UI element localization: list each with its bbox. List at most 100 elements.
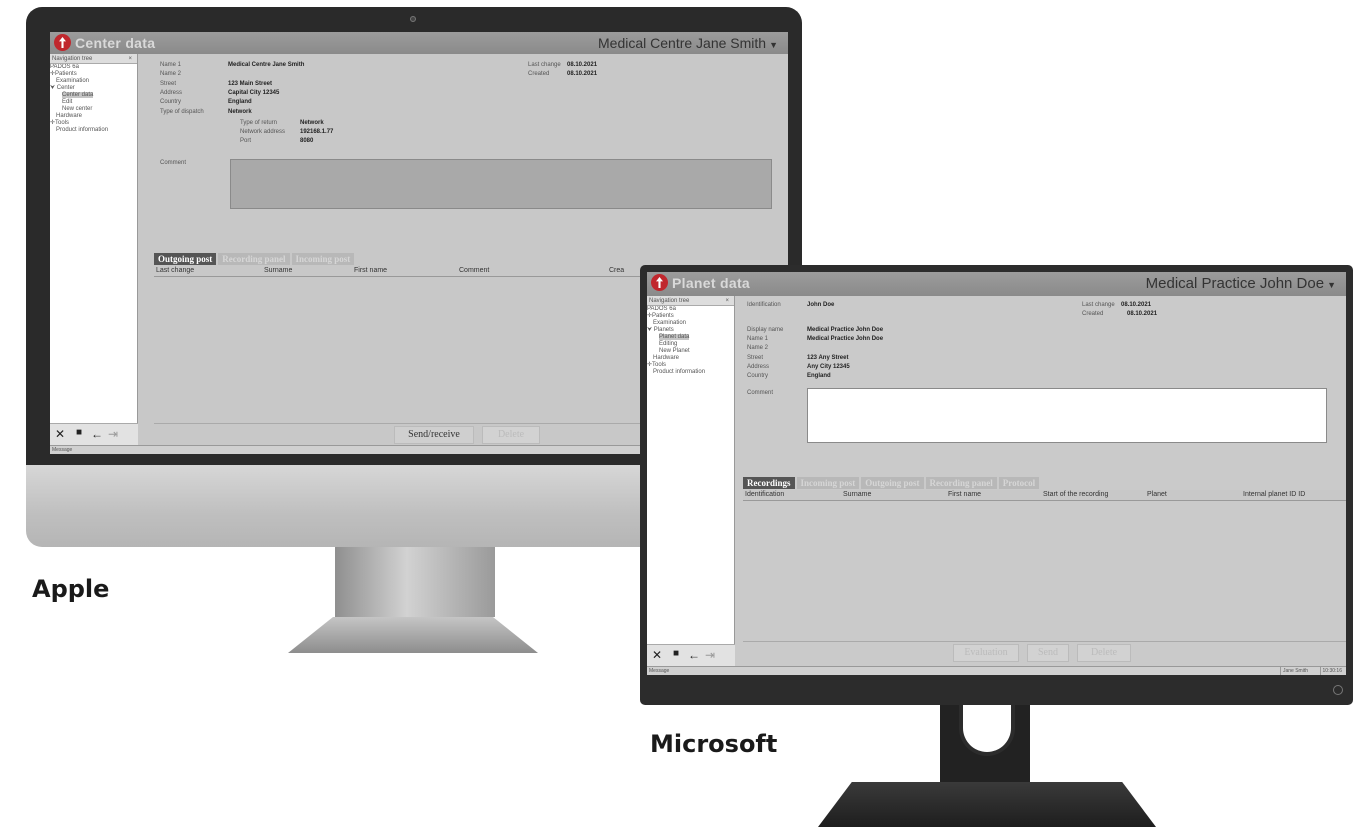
apple-caption: Apple (32, 575, 110, 603)
send-receive-button[interactable]: Send/receive (394, 426, 474, 444)
nav-item-patients[interactable]: ✛Patients (647, 313, 734, 320)
port-value: 8080 (300, 138, 314, 144)
chevron-down-icon: ▼ (769, 40, 778, 50)
camera-icon (410, 16, 416, 22)
name2-label: Name 2 (160, 71, 182, 77)
street-label: Street (747, 355, 764, 361)
column-last-change[interactable]: Last change (156, 267, 194, 274)
nav-item-hardware[interactable]: Hardware (647, 355, 734, 362)
window-title: Planet data (672, 275, 750, 291)
column-start-recording[interactable]: Start of the recording (1043, 491, 1108, 498)
dispatch-label: Type of dispatch (160, 109, 204, 115)
country-label: Country (747, 373, 769, 379)
monitor-stand-foot (818, 782, 1156, 827)
nav-item-new-planet[interactable]: New Planet (647, 348, 734, 355)
close-icon[interactable]: ✕ (55, 427, 65, 441)
chevron-down-icon: ▼ (1327, 280, 1336, 290)
network-address-value: 192168.1.77 (300, 129, 334, 135)
button-bar: Evaluation Send Delete (743, 641, 1346, 663)
tab-recording-panel[interactable]: Recording panel (218, 253, 290, 265)
nav-item-pados[interactable]: PADOS 6a (50, 64, 137, 71)
folder-icon[interactable]: ■ (76, 427, 82, 438)
delete-button[interactable]: Delete (482, 426, 540, 444)
return-value: Network (300, 120, 324, 126)
country-value: England (228, 99, 252, 105)
column-identification[interactable]: Identification (745, 491, 784, 498)
navigation-tree: Navigation tree × PADOS 6a ✛Patients Exam… (50, 54, 138, 445)
nav-toolbar: ✕ ■ ← ⇥ (647, 644, 735, 666)
user-menu[interactable]: Medical Practice John Doe ▼ (1146, 275, 1336, 292)
forward-icon[interactable]: ⇥ (108, 427, 118, 441)
column-first-name[interactable]: First name (354, 267, 387, 274)
app-titlebar: Center data Medical Centre Jane Smith ▼ (50, 32, 788, 54)
arrow-left-icon[interactable]: ← (688, 648, 700, 662)
column-surname[interactable]: Surname (843, 491, 871, 498)
name2-label: Name 2 (747, 345, 769, 351)
nav-header: Navigation tree × (50, 54, 137, 64)
app-logo-icon (54, 34, 71, 51)
arrow-left-icon[interactable]: ← (91, 427, 103, 441)
column-internal-planet-id[interactable]: Internal planet ID ID (1243, 491, 1305, 498)
close-icon[interactable]: ✕ (652, 648, 662, 662)
nav-item-planets[interactable]: ⮟ Planets (647, 327, 734, 334)
nav-item-center-data[interactable]: Center data (50, 92, 137, 99)
imac-stand-neck (335, 547, 495, 617)
nav-item-product-info[interactable]: Product information (50, 127, 137, 134)
country-label: Country (160, 99, 182, 105)
tab-bar: Recordings Incoming post Outgoing post R… (743, 477, 1041, 489)
address-label: Address (747, 364, 770, 370)
display-name-value: Medical Practice John Doe (807, 327, 884, 333)
nav-item-edit[interactable]: Edit (50, 99, 137, 106)
column-created[interactable]: Crea (609, 267, 624, 274)
name1-value: Medical Centre Jane Smith (228, 62, 305, 68)
nav-item-tools[interactable]: ✛Tools (50, 120, 137, 127)
nav-item-planet-data[interactable]: Planet data (647, 334, 734, 341)
message-label: Message (649, 668, 670, 674)
microsoft-monitor: Planet data Medical Practice John Doe ▼ N… (640, 265, 1353, 705)
network-address-label: Network address (240, 129, 286, 135)
column-first-name[interactable]: First name (948, 491, 981, 498)
tab-protocol[interactable]: Protocol (998, 477, 1040, 489)
nav-item-product-info[interactable]: Product information (647, 369, 734, 376)
send-button[interactable]: Send (1027, 644, 1069, 662)
nav-item-hardware[interactable]: Hardware (50, 113, 137, 120)
table-header: Identification Surname First name Start … (743, 490, 1346, 501)
app-logo-icon (651, 274, 668, 291)
forward-icon[interactable]: ⇥ (705, 648, 715, 662)
nav-item-center[interactable]: ⮟ Center (50, 85, 137, 92)
column-comment[interactable]: Comment (459, 267, 489, 274)
tab-bar: Outgoing post Recording panel Incoming p… (154, 253, 356, 265)
comment-field[interactable] (230, 159, 772, 209)
tab-recording-panel[interactable]: Recording panel (925, 477, 997, 489)
delete-button[interactable]: Delete (1077, 644, 1131, 662)
nav-item-new-center[interactable]: New center (50, 106, 137, 113)
evaluation-button[interactable]: Evaluation (953, 644, 1019, 662)
identification-label: Identification (747, 302, 781, 308)
last-change-value: 08.10.2021 (567, 62, 598, 68)
close-icon[interactable]: × (725, 296, 729, 306)
nav-item-pados[interactable]: PADOS 6a (647, 306, 734, 313)
nav-item-examination[interactable]: Examination (50, 78, 137, 85)
tab-incoming-post[interactable]: Incoming post (796, 477, 860, 489)
app-titlebar: Planet data Medical Practice John Doe ▼ (647, 272, 1346, 296)
nav-item-tools[interactable]: ✛Tools (647, 362, 734, 369)
street-value: 123 Main Street (228, 81, 273, 87)
folder-icon[interactable]: ■ (673, 648, 679, 659)
address-value: Capital City 12345 (228, 90, 280, 96)
column-planet[interactable]: Planet (1147, 491, 1167, 498)
nav-item-examination[interactable]: Examination (647, 320, 734, 327)
identification-value: John Doe (807, 302, 835, 308)
column-surname[interactable]: Surname (264, 267, 292, 274)
tab-incoming-post[interactable]: Incoming post (291, 253, 355, 265)
user-menu[interactable]: Medical Centre Jane Smith ▼ (598, 35, 778, 51)
nav-item-editing[interactable]: Editing (647, 341, 734, 348)
window-title: Center data (75, 35, 156, 51)
comment-field[interactable] (807, 388, 1327, 443)
tab-outgoing-post[interactable]: Outgoing post (154, 253, 217, 265)
close-icon[interactable]: × (128, 54, 132, 64)
street-label: Street (160, 81, 177, 87)
tab-outgoing-post[interactable]: Outgoing post (861, 477, 924, 489)
nav-item-patients[interactable]: ✛Patients (50, 71, 137, 78)
comment-label: Comment (747, 390, 774, 396)
tab-recordings[interactable]: Recordings (743, 477, 795, 489)
